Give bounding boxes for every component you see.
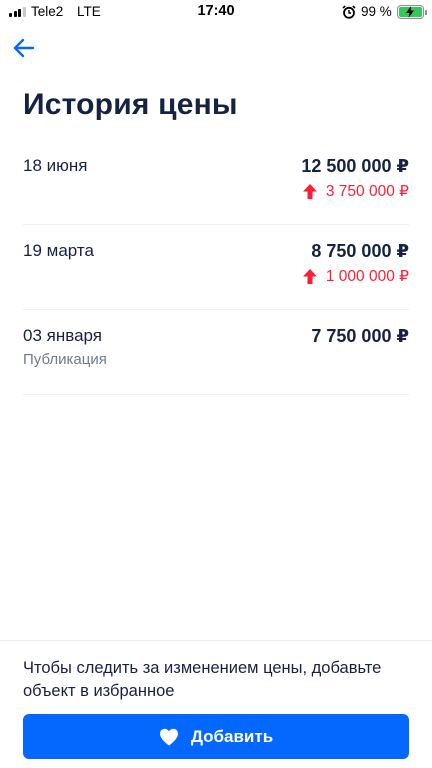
history-price: 12 500 000 ₽ [301, 156, 409, 176]
price-change-amount: 1 000 000 ₽ [325, 268, 409, 285]
footer: Чтобы следить за изменением цены, добавь… [0, 640, 432, 768]
battery-tip [424, 9, 427, 15]
alarm-icon [342, 5, 356, 19]
arrow-up-icon [302, 184, 317, 199]
price-change-amount: 3 750 000 ₽ [325, 183, 409, 200]
arrow-up-icon [302, 269, 317, 284]
back-button[interactable] [10, 34, 38, 62]
screen: Tele2 LTE 17:40 99 % История цены 18 июн… [0, 0, 432, 768]
add-to-favorites-button[interactable]: Добавить [23, 714, 409, 759]
arrow-left-icon [13, 38, 35, 58]
history-price: 8 750 000 ₽ [311, 241, 409, 261]
history-price: 7 750 000 ₽ [311, 326, 409, 346]
history-row: 03 января 7 750 000 ₽ Публикация [23, 310, 409, 395]
page-title: История цены [23, 88, 238, 121]
add-button-label: Добавить [190, 726, 274, 746]
history-subtitle: Публикация [23, 351, 107, 368]
price-history-list: 18 июня 12 500 000 ₽ 3 750 000 ₽ 19 март… [23, 140, 409, 395]
history-date: 03 января [23, 326, 102, 345]
history-date: 19 марта [23, 241, 94, 260]
history-row: 19 марта 8 750 000 ₽ 1 000 000 ₽ [23, 225, 409, 310]
status-bar: Tele2 LTE 17:40 99 % [0, 0, 432, 24]
price-change: 1 000 000 ₽ [302, 267, 409, 286]
price-change: 3 750 000 ₽ [302, 182, 409, 201]
favorite-hint: Чтобы следить за изменением цены, добавь… [23, 659, 382, 700]
heart-icon [159, 728, 178, 745]
history-date: 18 июня [23, 156, 88, 175]
battery-charging-icon [397, 5, 424, 19]
battery-percent: 99 % [361, 4, 392, 19]
history-row: 18 июня 12 500 000 ₽ 3 750 000 ₽ [23, 140, 409, 225]
